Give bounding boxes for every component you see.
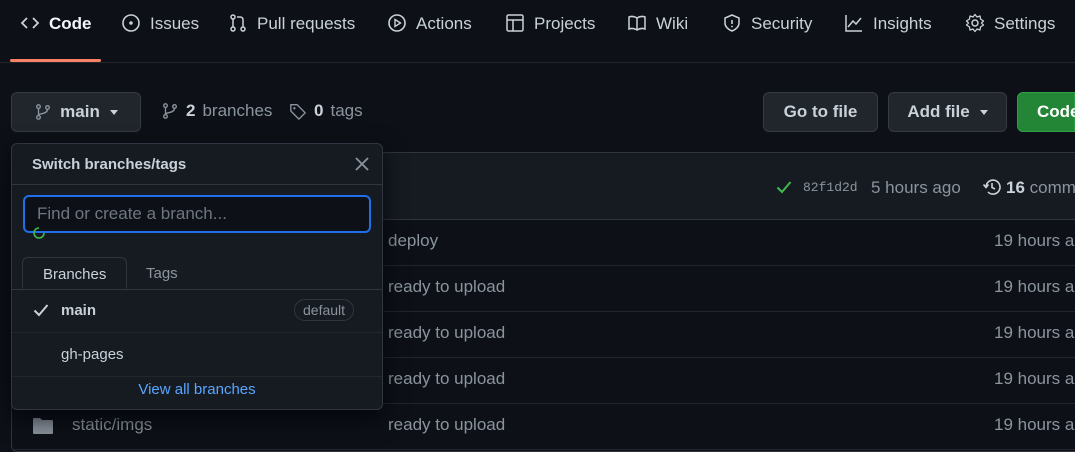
commit-message[interactable]: ready to upload [388,323,505,343]
gear-icon [965,13,985,33]
tab-actions[interactable]: Actions [387,14,472,52]
table-icon [506,14,524,32]
code-button-label: Code [1037,102,1075,121]
branch-name: gh-pages [61,346,124,363]
commits-label: comm [1029,178,1075,197]
branch-search-input[interactable] [23,195,371,233]
table-row[interactable]: static/imgs ready to upload 19 hours ag [12,403,1075,450]
issue-opened-icon [122,14,140,32]
tab-projects-label: Projects [534,14,596,33]
tab-security-label: Security [751,14,813,33]
tags-label: tags [330,101,363,120]
commit-age: 19 hours ag [994,415,1075,434]
branch-switcher-dropdown: Switch branches/tags Branches Tags main … [11,143,383,410]
branches-count: 2 [186,101,196,120]
dropdown-tabs: Branches Tags [12,257,382,290]
tab-security[interactable]: Security [722,14,812,52]
tab-wiki[interactable]: Wiki [627,14,688,52]
close-icon[interactable] [352,154,372,174]
commit-message[interactable]: ready to upload [388,415,505,435]
branch-name: main [61,302,97,319]
chevron-down-icon [979,109,988,115]
loading-icon [33,227,45,239]
tab-actions-label: Actions [416,14,472,33]
tab-insights-label: Insights [873,14,932,33]
tab-settings[interactable]: Settings [965,13,1056,52]
git-pull-request-icon [230,14,246,32]
git-branch-icon [36,104,51,120]
branches-link[interactable]: 2 branches [161,101,272,121]
repo-nav: Code Issues Pull requests Actions Projec… [0,0,1075,63]
tab-pull-requests-label: Pull requests [257,14,356,33]
view-all-branches-link[interactable]: View all branches [12,381,382,398]
commit-age: 19 hours ag [994,277,1075,296]
tags-count: 0 [314,101,324,120]
branches-label: branches [202,101,273,120]
default-badge: default [294,299,355,321]
code-icon [20,17,40,29]
tab-issues[interactable]: Issues [121,14,199,52]
commit-message[interactable]: ready to upload [388,277,505,297]
history-icon [982,179,1001,195]
add-file-label: Add file [907,102,970,121]
folder-icon [33,418,53,434]
book-icon [628,15,646,31]
dropdown-title: Switch branches/tags [32,156,187,173]
branch-item-main[interactable]: main default [12,289,382,333]
tab-issues-label: Issues [150,14,200,33]
branch-item-gh-pages[interactable]: gh-pages [12,333,382,377]
commits-link[interactable]: 16 comm [1006,178,1075,198]
branch-select-button[interactable]: main [11,92,141,132]
shield-icon [724,14,740,32]
commit-message[interactable]: deploy [388,231,438,251]
chevron-down-icon [109,109,118,115]
divider [12,184,382,185]
tab-projects[interactable]: Projects [505,14,595,52]
commit-age: 19 hours ag [994,323,1075,342]
tab-pull-requests[interactable]: Pull requests [228,14,355,52]
add-file-button[interactable]: Add file [888,92,1007,132]
branch-select-label: main [60,102,100,121]
commit-message[interactable]: ready to upload [388,369,505,389]
graph-icon [845,15,862,32]
commit-age: 19 hours ag [994,231,1075,250]
tags-link[interactable]: 0 tags [289,101,363,121]
play-icon [388,14,406,32]
tag-icon [290,104,306,120]
tab-wiki-label: Wiki [656,14,689,33]
code-button[interactable]: Code [1017,92,1075,132]
commit-time: 5 hours ago [871,178,961,197]
tab-settings-label: Settings [994,14,1056,33]
tab-code[interactable]: Code [20,14,92,52]
commit-sha[interactable]: 82f1d2d [803,180,858,195]
commit-age: 19 hours ag [994,369,1075,388]
tab-insights[interactable]: Insights [844,14,932,52]
check-icon [776,181,792,194]
git-branch-icon [163,103,177,119]
tab-tags[interactable]: Tags [126,257,198,289]
selected-tab-underline [10,59,101,62]
commits-count: 16 [1006,178,1025,197]
go-to-file-button[interactable]: Go to file [763,92,878,132]
go-to-file-label: Go to file [783,102,858,121]
tab-branches[interactable]: Branches [22,257,128,289]
file-name[interactable]: static/imgs [72,415,152,435]
tab-code-label: Code [49,14,92,33]
check-icon [33,304,49,317]
